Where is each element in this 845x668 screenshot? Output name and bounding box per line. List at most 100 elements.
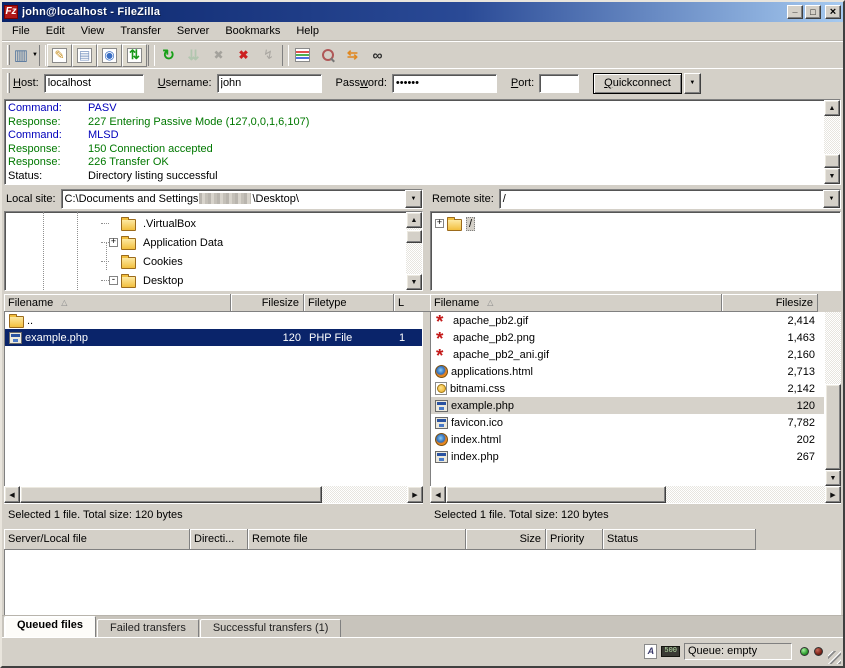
toolbar-button-sync-browsing[interactable]: ▼ [340,44,365,67]
scrollbar-thumb[interactable] [406,230,422,243]
remote-path-combobox[interactable]: / [499,189,841,209]
maximize-button[interactable] [805,5,821,19]
queue-tab[interactable]: Successful transfers (1) [200,619,342,637]
remote-list-hscrollbar[interactable]: ◀ ▶ [430,486,841,503]
queue-tab[interactable]: Failed transfers [97,619,199,637]
scrollbar-track[interactable] [20,486,407,503]
toolbar-button-cancel[interactable]: ▼ [206,44,231,67]
scrollbar-thumb[interactable] [825,384,841,470]
column-header[interactable]: Filetype [304,294,394,312]
toolbar-button-compare[interactable]: ▼ [315,44,340,67]
file-row-example.php[interactable]: example.php 120 [431,397,824,414]
scroll-down-icon[interactable]: ▼ [406,274,422,290]
field-input[interactable] [392,74,497,93]
dropdown-arrow-icon[interactable]: ▼ [32,52,38,58]
toolbar-button-toggle-remote-tree[interactable]: ▼ [97,44,122,67]
column-header[interactable]: Filesize [231,294,304,312]
local-tree-scrollbar[interactable]: ▲ ▼ [406,212,422,290]
scrollbar-track[interactable] [824,116,840,168]
close-button[interactable] [825,5,841,19]
toolbar-button-find[interactable]: ▼ [365,44,390,67]
tree-item[interactable]: .VirtualBox [5,214,406,233]
toolbar-button-site-manager[interactable]: ▼ [13,44,38,67]
dropdown-arrow-icon[interactable] [823,190,840,208]
scroll-down-icon[interactable]: ▼ [824,168,840,184]
scroll-left-icon[interactable]: ◀ [4,486,20,503]
toolbar-button-filter[interactable]: ▼ [290,44,315,67]
file-row-index.html[interactable]: index.html 202 [431,431,824,448]
menu-item[interactable]: Server [169,23,217,39]
scroll-down-icon[interactable]: ▼ [825,470,841,486]
transfer-queue-list[interactable] [4,550,841,615]
file-row-apache_pb2.gif[interactable]: apache_pb2.gif 2,414 [431,312,824,329]
resize-grip[interactable] [828,651,841,664]
toolbar-button-reconnect[interactable]: ▼ [256,44,281,67]
toolbar-button-disconnect[interactable]: ▼ [231,44,256,67]
column-header[interactable]: Filename [4,294,231,312]
scroll-right-icon[interactable]: ▶ [825,486,841,503]
speed-limits-icon[interactable]: 500 [661,646,680,657]
column-header[interactable]: Remote file [248,529,466,550]
column-header[interactable]: Status [603,529,756,550]
tree-expander-icon[interactable]: + [109,238,118,247]
scroll-up-icon[interactable]: ▲ [824,100,840,116]
file-row-example.php[interactable]: example.php 120 PHP File 1 [5,329,422,346]
quickconnect-grip[interactable] [7,73,10,93]
menu-item[interactable]: Transfer [112,23,169,39]
column-header[interactable]: Filesize [722,294,818,312]
quickconnect-button[interactable]: Quickconnect [593,73,682,94]
field-input[interactable] [217,74,322,93]
file-row-applications.html[interactable]: applications.html 2,713 [431,363,824,380]
toolbar-button-process-queue[interactable]: ▼ [181,44,206,67]
column-header[interactable]: Server/Local file [4,529,190,550]
toolbar-button-toggle-local-tree[interactable]: ▼ [72,44,97,67]
file-row-apache_pb2_ani.gif[interactable]: apache_pb2_ani.gif 2,160 [431,346,824,363]
scrollbar-track[interactable] [406,228,422,274]
menu-item[interactable]: File [4,23,38,39]
column-header[interactable]: Filename [430,294,722,312]
column-header[interactable]: L [394,294,434,312]
pane-splitter[interactable] [423,188,430,525]
toolbar-button-toggle-transfer-queue[interactable]: ▼ [122,44,147,67]
file-row-favicon.ico[interactable]: favicon.ico 7,782 [431,414,824,431]
menu-item[interactable]: Help [288,23,327,39]
file-row-index.php[interactable]: index.php 267 [431,448,824,465]
file-row-apache_pb2.png[interactable]: apache_pb2.png 1,463 [431,329,824,346]
field-input[interactable] [539,74,579,93]
minimize-button[interactable] [787,5,803,19]
dropdown-arrow-icon[interactable] [405,190,422,208]
log-scrollbar[interactable]: ▲ ▼ [824,100,840,184]
file-row-bitnami.css[interactable]: bitnami.css 2,142 [431,380,824,397]
tree-item[interactable]: Cookies [5,252,406,271]
local-list-hscrollbar[interactable]: ◀ ▶ [4,486,423,503]
column-header[interactable]: Directi... [190,529,248,550]
local-path-combobox[interactable]: C:\Documents and Settings\Desktop\ [61,189,423,209]
menu-item[interactable]: View [73,23,113,39]
menu-item[interactable]: Edit [38,23,73,39]
tree-expander-icon[interactable]: - [109,276,118,285]
file-row-..[interactable]: .. [5,312,422,329]
scrollbar-thumb[interactable] [446,486,666,503]
menu-item[interactable]: Bookmarks [217,23,288,39]
title-bar[interactable]: Fz john@localhost - FileZilla [2,2,843,22]
tree-expander-icon[interactable]: + [435,219,444,228]
scrollbar-track[interactable] [446,486,825,503]
queue-tab[interactable]: Queued files [4,616,96,637]
toolbar-button-refresh[interactable]: ▼ [156,44,181,67]
field-input[interactable] [44,74,144,93]
scroll-left-icon[interactable]: ◀ [430,486,446,503]
scroll-right-icon[interactable]: ▶ [407,486,423,503]
remote-list-scrollbar[interactable]: ▲ ▼ [825,312,841,486]
data-type-ascii-icon[interactable]: A [644,644,657,659]
scrollbar-thumb[interactable] [824,154,840,168]
tree-item[interactable]: - Desktop [5,271,406,290]
toolbar-grip[interactable] [7,45,10,65]
tree-item[interactable]: + / [431,214,840,233]
scrollbar-track[interactable] [825,312,841,470]
toolbar-button-toggle-message-log[interactable]: ▼ [47,44,72,67]
scrollbar-thumb[interactable] [20,486,322,503]
tree-item[interactable]: + Application Data [5,233,406,252]
column-header[interactable]: Size [466,529,546,550]
column-header[interactable]: Priority [546,529,603,550]
quickconnect-dropdown[interactable] [684,73,701,94]
